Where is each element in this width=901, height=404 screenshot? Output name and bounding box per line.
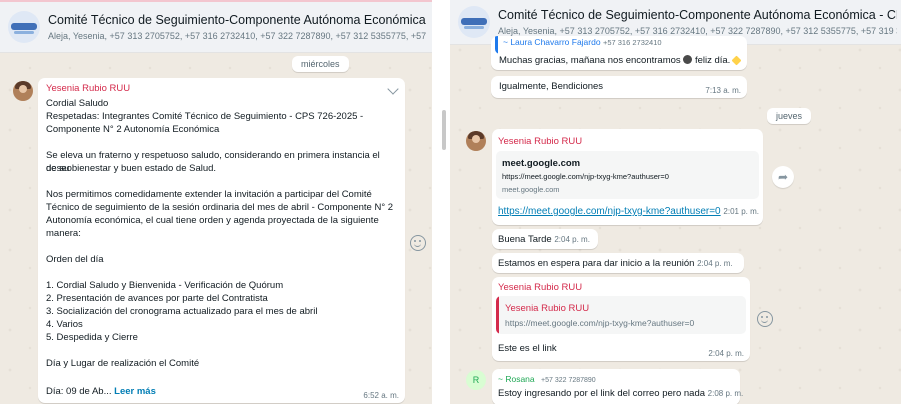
quote-author: ~ Laura Chavarro Fajardo: [503, 37, 601, 47]
message-bubble[interactable]: Estamos en espera para dar inicio a la r…: [492, 253, 744, 273]
message-time: 7:13 a. m.: [705, 86, 741, 95]
message-sender-row: ~ Rosana +57 322 7287890: [498, 373, 596, 386]
group-avatar[interactable]: [458, 6, 490, 38]
link-preview[interactable]: meet.google.com https://meet.google.com/…: [496, 151, 759, 199]
sender-phone: +57 322 7287890: [541, 377, 596, 384]
emoji-icon: [683, 55, 693, 64]
message-sender[interactable]: Yesenia Rubio RUU: [498, 135, 582, 148]
message-text: Muchas gracias, mañana nos encontramos f…: [499, 54, 742, 67]
message-bubble[interactable]: Yesenia Rubio RUU Yesenia Rubio RUU http…: [492, 277, 750, 361]
date-separator: miércoles: [292, 56, 349, 72]
message-time: 2:04 p. m.: [554, 235, 590, 244]
message-line: Técnico de seguimiento de la sesión ordi…: [46, 202, 394, 213]
message-text: Igualmente, Bendiciones: [499, 81, 604, 92]
message-line: Nos permitimos comedidamente extender la…: [46, 189, 372, 200]
emoji-icon[interactable]: [757, 311, 773, 327]
message-text: Estoy ingresando por el link del correo …: [498, 388, 706, 399]
chat-participants: Aleja, Yesenia, +57 313 2705752, +57 316…: [48, 31, 428, 41]
read-more-link[interactable]: Leer más: [114, 386, 156, 397]
chevron-down-icon[interactable]: [387, 83, 399, 95]
preview-url: https://meet.google.com/njp-txyg-kme?aut…: [502, 172, 669, 181]
message-text-row: Estoy ingresando por el link del correo …: [498, 387, 743, 400]
sparkle-icon: [731, 55, 742, 66]
meet-link[interactable]: https://meet.google.com/njp-txyg-kme?aut…: [498, 206, 721, 217]
agenda-item: 5. Despedida y Cierre: [46, 332, 138, 343]
agenda-item: 2. Presentación de avances por parte del…: [46, 293, 268, 304]
message-bubble[interactable]: Yesenia Rubio RUU meet.google.com https:…: [492, 129, 763, 225]
scrollbar-thumb[interactable]: [442, 110, 446, 150]
agenda-item: 1. Cordial Saludo y Bienvenida - Verific…: [46, 280, 284, 291]
message-sender[interactable]: Yesenia Rubio RUU: [46, 82, 130, 95]
emoji-icon[interactable]: [410, 235, 426, 251]
message-text-row: Estamos en espera para dar inicio a la r…: [498, 257, 733, 270]
user-avatar[interactable]: [13, 81, 33, 101]
message-sender[interactable]: Yesenia Rubio RUU: [498, 281, 582, 294]
message-time: 2:08 p. m.: [707, 389, 744, 398]
forward-icon[interactable]: ➦: [772, 166, 794, 188]
agenda-item: 3. Socialización del cronograma actualiz…: [46, 306, 318, 317]
agenda-item: 4. Varios: [46, 319, 83, 330]
message-time: 2:04 p. m.: [697, 259, 733, 268]
message-last-line: Día: 09 de Ab... Leer más: [46, 385, 156, 398]
message-text: Este es el link: [498, 343, 557, 354]
group-avatar[interactable]: [8, 11, 40, 43]
chat-title: Comité Técnico de Seguimiento-Componente…: [498, 8, 897, 22]
message-time: 6:52 a. m.: [363, 391, 399, 400]
message-text-row: Buena Tarde 2:04 p. m.: [498, 233, 590, 246]
preview-domain: meet.google.com: [502, 185, 560, 194]
message-line: Respetadas: Integrantes Comité Técnico d…: [46, 111, 364, 122]
message-line: Día y Lugar de realización el Comité: [46, 358, 200, 369]
message-sender[interactable]: ~ Rosana: [498, 374, 535, 384]
message-bubble[interactable]: ~ Laura Chavarro Fajardo +57 316 2732410…: [491, 36, 747, 70]
quote-phone: +57 316 2732410: [602, 38, 662, 47]
message-line: Orden del día: [46, 254, 104, 265]
message-truncated-text: Día: 09 de Ab...: [46, 386, 112, 397]
user-avatar[interactable]: [466, 131, 486, 151]
message-link-row: https://meet.google.com/njp-txyg-kme?aut…: [498, 205, 759, 219]
quote-text: https://meet.google.com/njp-txyg-kme?aut…: [505, 318, 695, 328]
pane-divider: [432, 0, 450, 404]
message-line: Autonomía económica, el cual tiene orden…: [46, 215, 379, 226]
chat-header[interactable]: Comité Técnico de Seguimiento-Componente…: [0, 2, 432, 53]
chat-title: Comité Técnico de Seguimiento-Componente…: [48, 13, 428, 27]
date-separator: jueves: [767, 108, 812, 124]
user-avatar[interactable]: R: [466, 370, 486, 390]
message-text: Estamos en espera para dar inicio a la r…: [498, 258, 695, 269]
message-bubble[interactable]: Igualmente, Bendiciones 7:13 a. m.: [491, 76, 747, 98]
message-text: Buena Tarde: [498, 234, 552, 245]
message-bubble[interactable]: ~ Rosana +57 322 7287890 Estoy ingresand…: [492, 369, 743, 404]
message-bubble[interactable]: Buena Tarde 2:04 p. m.: [492, 229, 598, 249]
chat-pane-left: Comité Técnico de Seguimiento-Componente…: [0, 0, 432, 404]
message-line: manera:: [46, 228, 81, 239]
message-line: Componente N° 2 Autonomía Económica: [46, 124, 220, 135]
message-line: Cordial Saludo: [46, 98, 109, 109]
quoted-message[interactable]: ~ Laura Chavarro Fajardo +57 316 2732410: [495, 36, 743, 54]
message-line: de su bienestar y buen estado de Salud.: [46, 163, 217, 174]
chat-pane-right: Comité Técnico de Seguimiento-Componente…: [450, 0, 901, 404]
preview-title: meet.google.com: [502, 158, 581, 169]
message-bubble[interactable]: Yesenia Rubio RUU Cordial Saludo Respeta…: [38, 78, 405, 403]
message-time: 2:01 p. m.: [723, 207, 759, 216]
quote-sender: Yesenia Rubio RUU: [505, 303, 590, 314]
chat-participants: Aleja, Yesenia, +57 313 2705752, +57 316…: [498, 26, 897, 36]
quoted-message[interactable]: Yesenia Rubio RUU https://meet.google.co…: [496, 296, 746, 334]
message-time: 2:04 p. m.: [708, 349, 744, 358]
